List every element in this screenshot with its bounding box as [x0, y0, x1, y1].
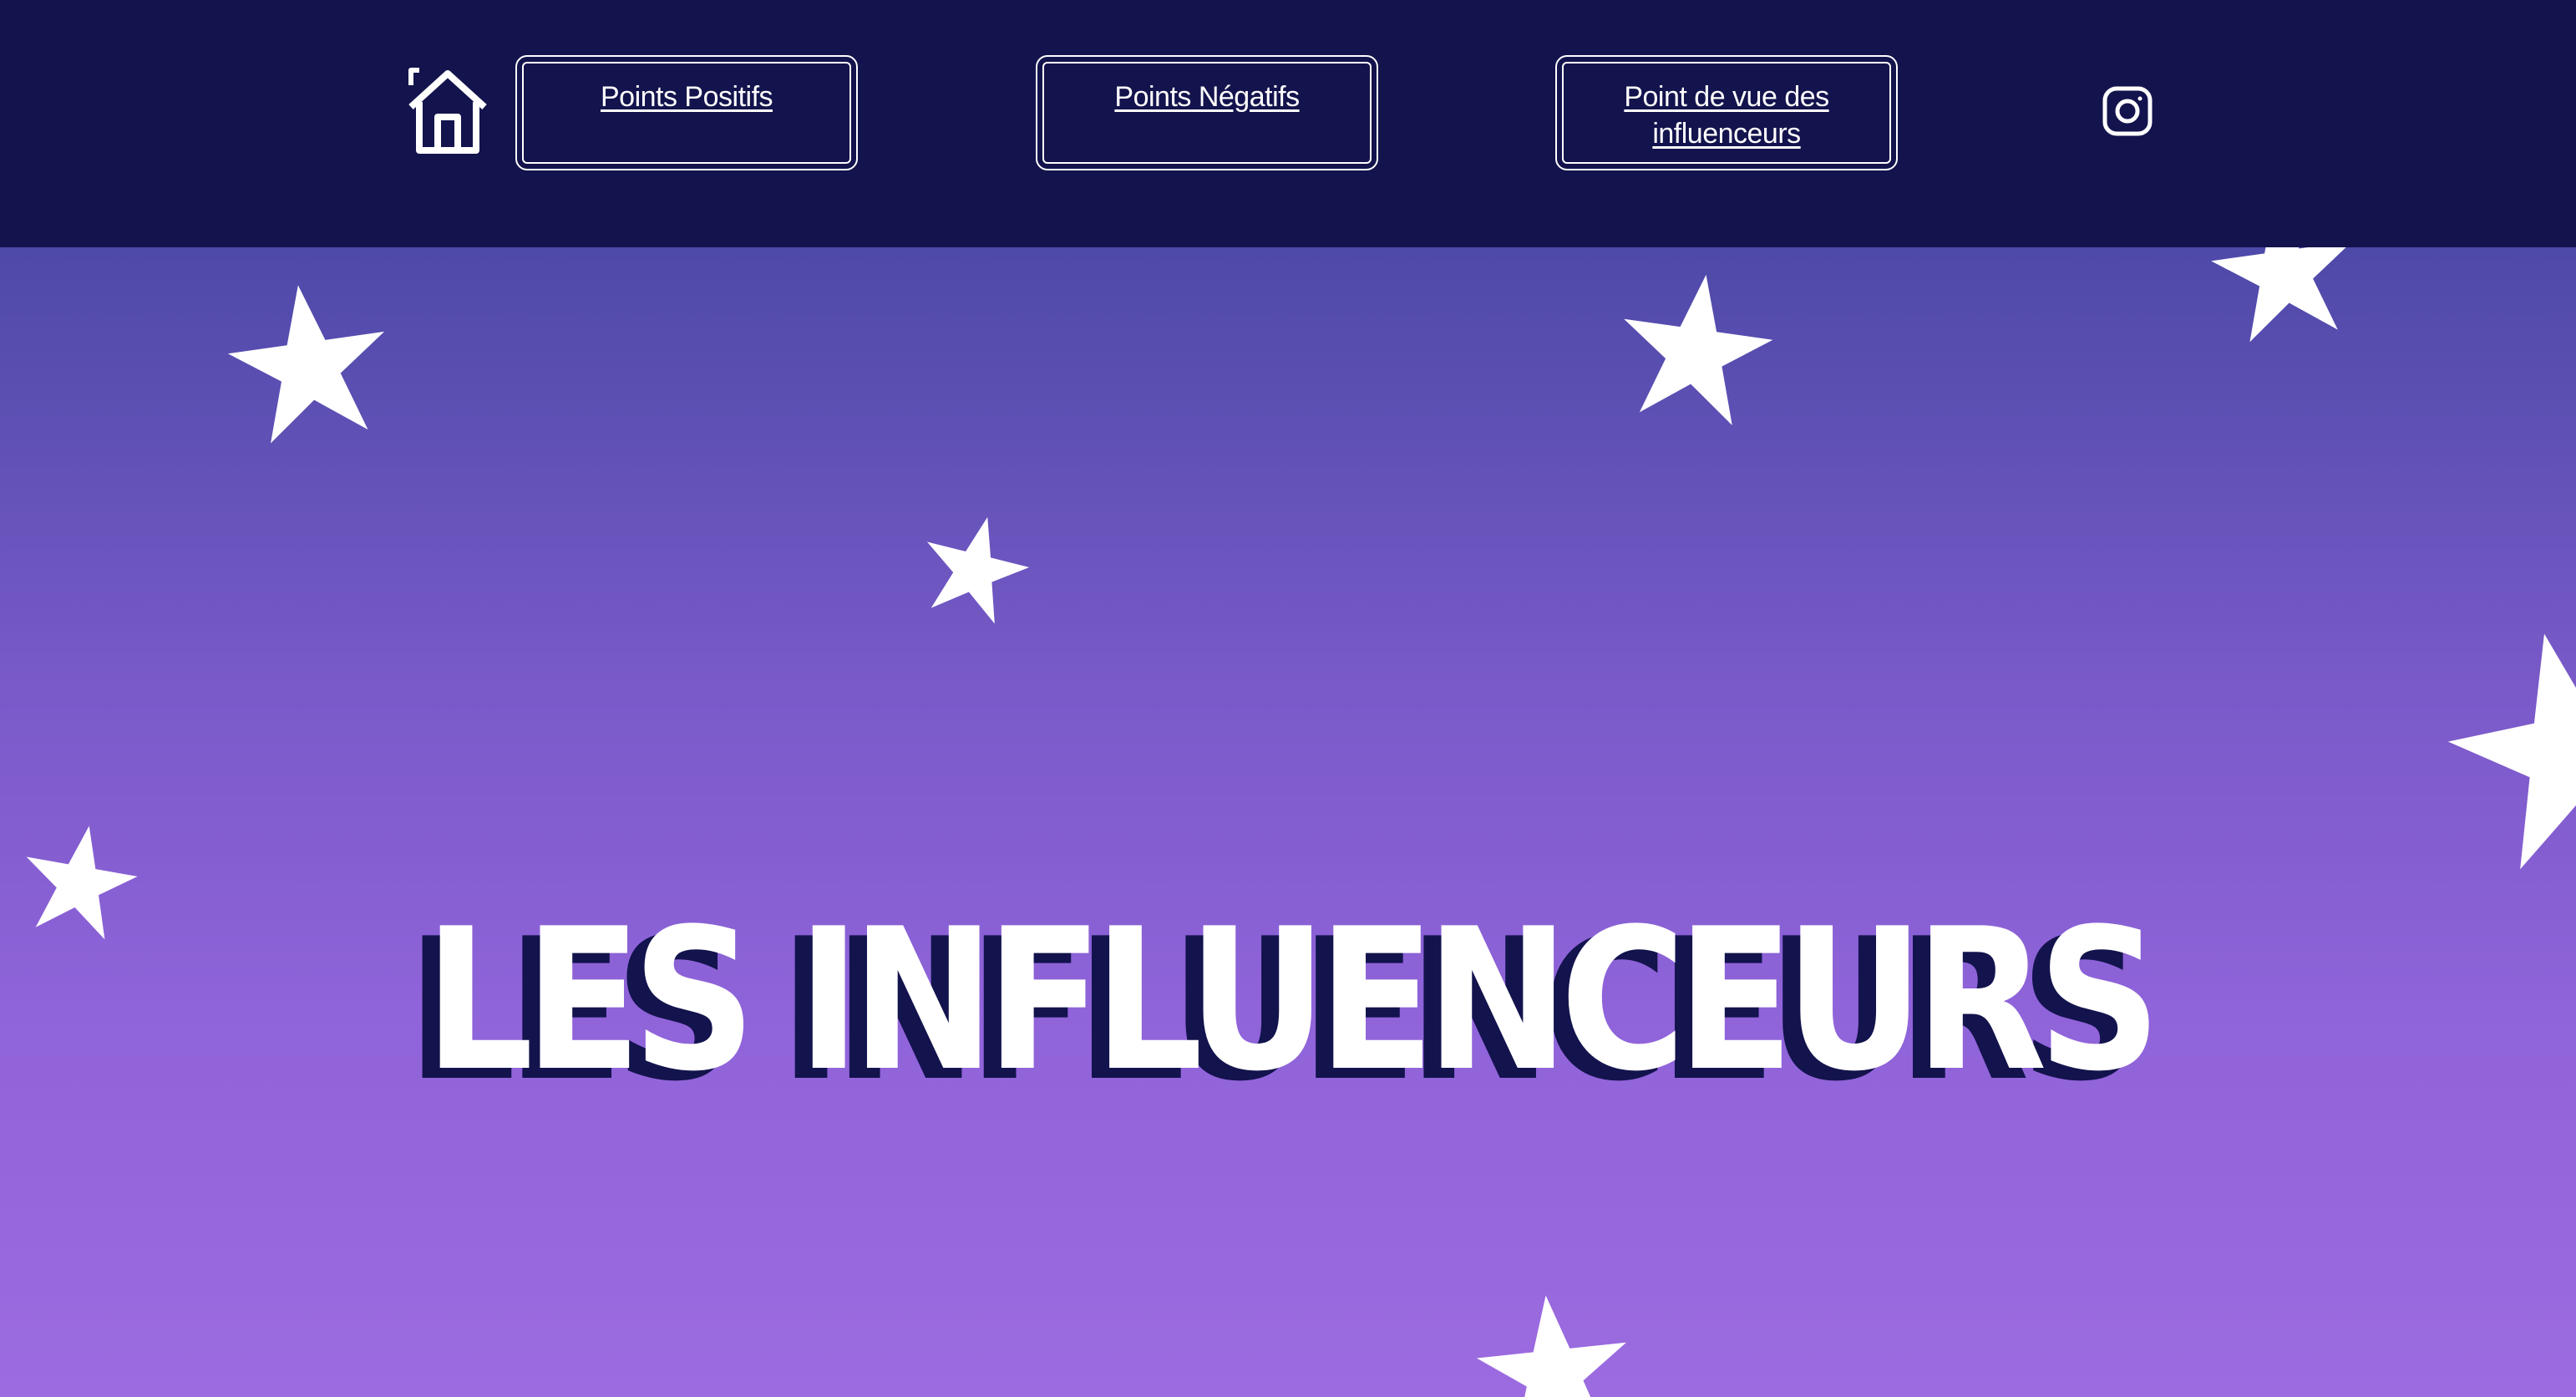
top-navbar: Points Positifs Points Négatifs Point de…	[0, 0, 2576, 247]
instagram-icon[interactable]	[2102, 85, 2153, 137]
star-icon	[210, 264, 408, 462]
nav-button-points-negatifs[interactable]: Points Négatifs	[1036, 55, 1378, 170]
nav-label-points-negatifs[interactable]: Points Négatifs	[1037, 57, 1377, 115]
page: Points Positifs Points Négatifs Point de…	[0, 0, 2576, 1397]
nav-label-point-de-vue-influenceurs[interactable]: Point de vue des influenceurs	[1557, 57, 1896, 152]
star-icon	[2415, 594, 2576, 902]
nav-button-points-positifs[interactable]: Points Positifs	[515, 55, 858, 170]
star-icon	[904, 497, 1046, 639]
nav-label-points-positifs[interactable]: Points Positifs	[517, 57, 856, 115]
page-title: LES INFLUENCEURS	[423, 887, 2162, 1115]
star-icon	[1601, 255, 1790, 444]
nav-button-point-de-vue-influenceurs[interactable]: Point de vue des influenceurs	[1555, 55, 1898, 170]
star-icon	[1462, 1278, 1645, 1397]
house-icon[interactable]	[404, 65, 491, 159]
hero-section: LES INFLUENCEURS	[0, 892, 2576, 1110]
